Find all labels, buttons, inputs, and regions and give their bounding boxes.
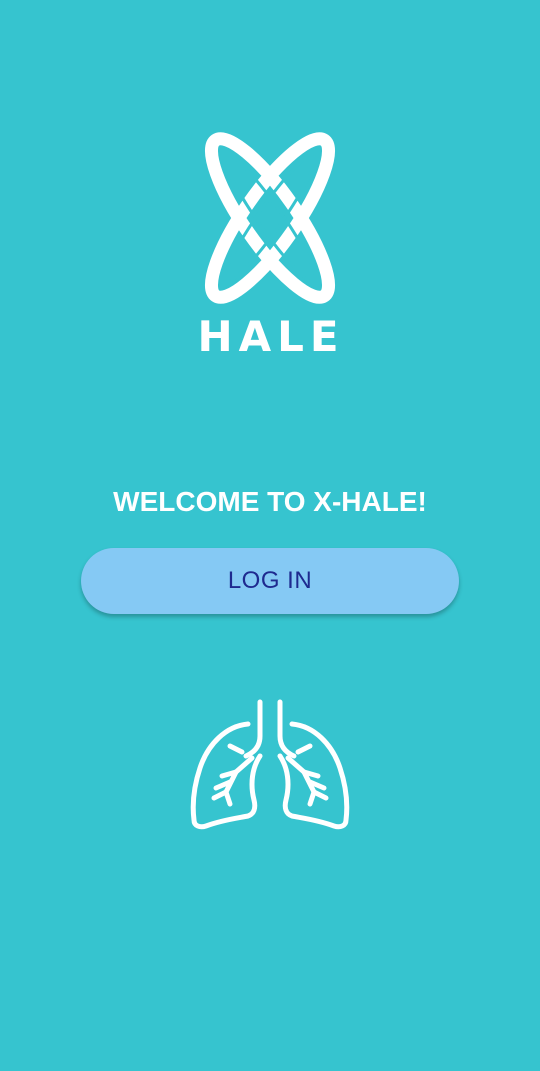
login-button-label: LOG IN	[227, 567, 313, 594]
welcome-title: WELCOME TO X-HALE!	[113, 486, 427, 517]
logo-wordmark: HALE	[197, 312, 345, 361]
x-orbit-logo-icon	[204, 132, 336, 304]
app-logo: HALE	[188, 130, 352, 362]
lungs-icon	[190, 699, 350, 830]
welcome-screen: HALE WELCOME TO X-HALE! LOG IN	[0, 0, 540, 1071]
login-button[interactable]: LOG IN	[81, 548, 459, 614]
